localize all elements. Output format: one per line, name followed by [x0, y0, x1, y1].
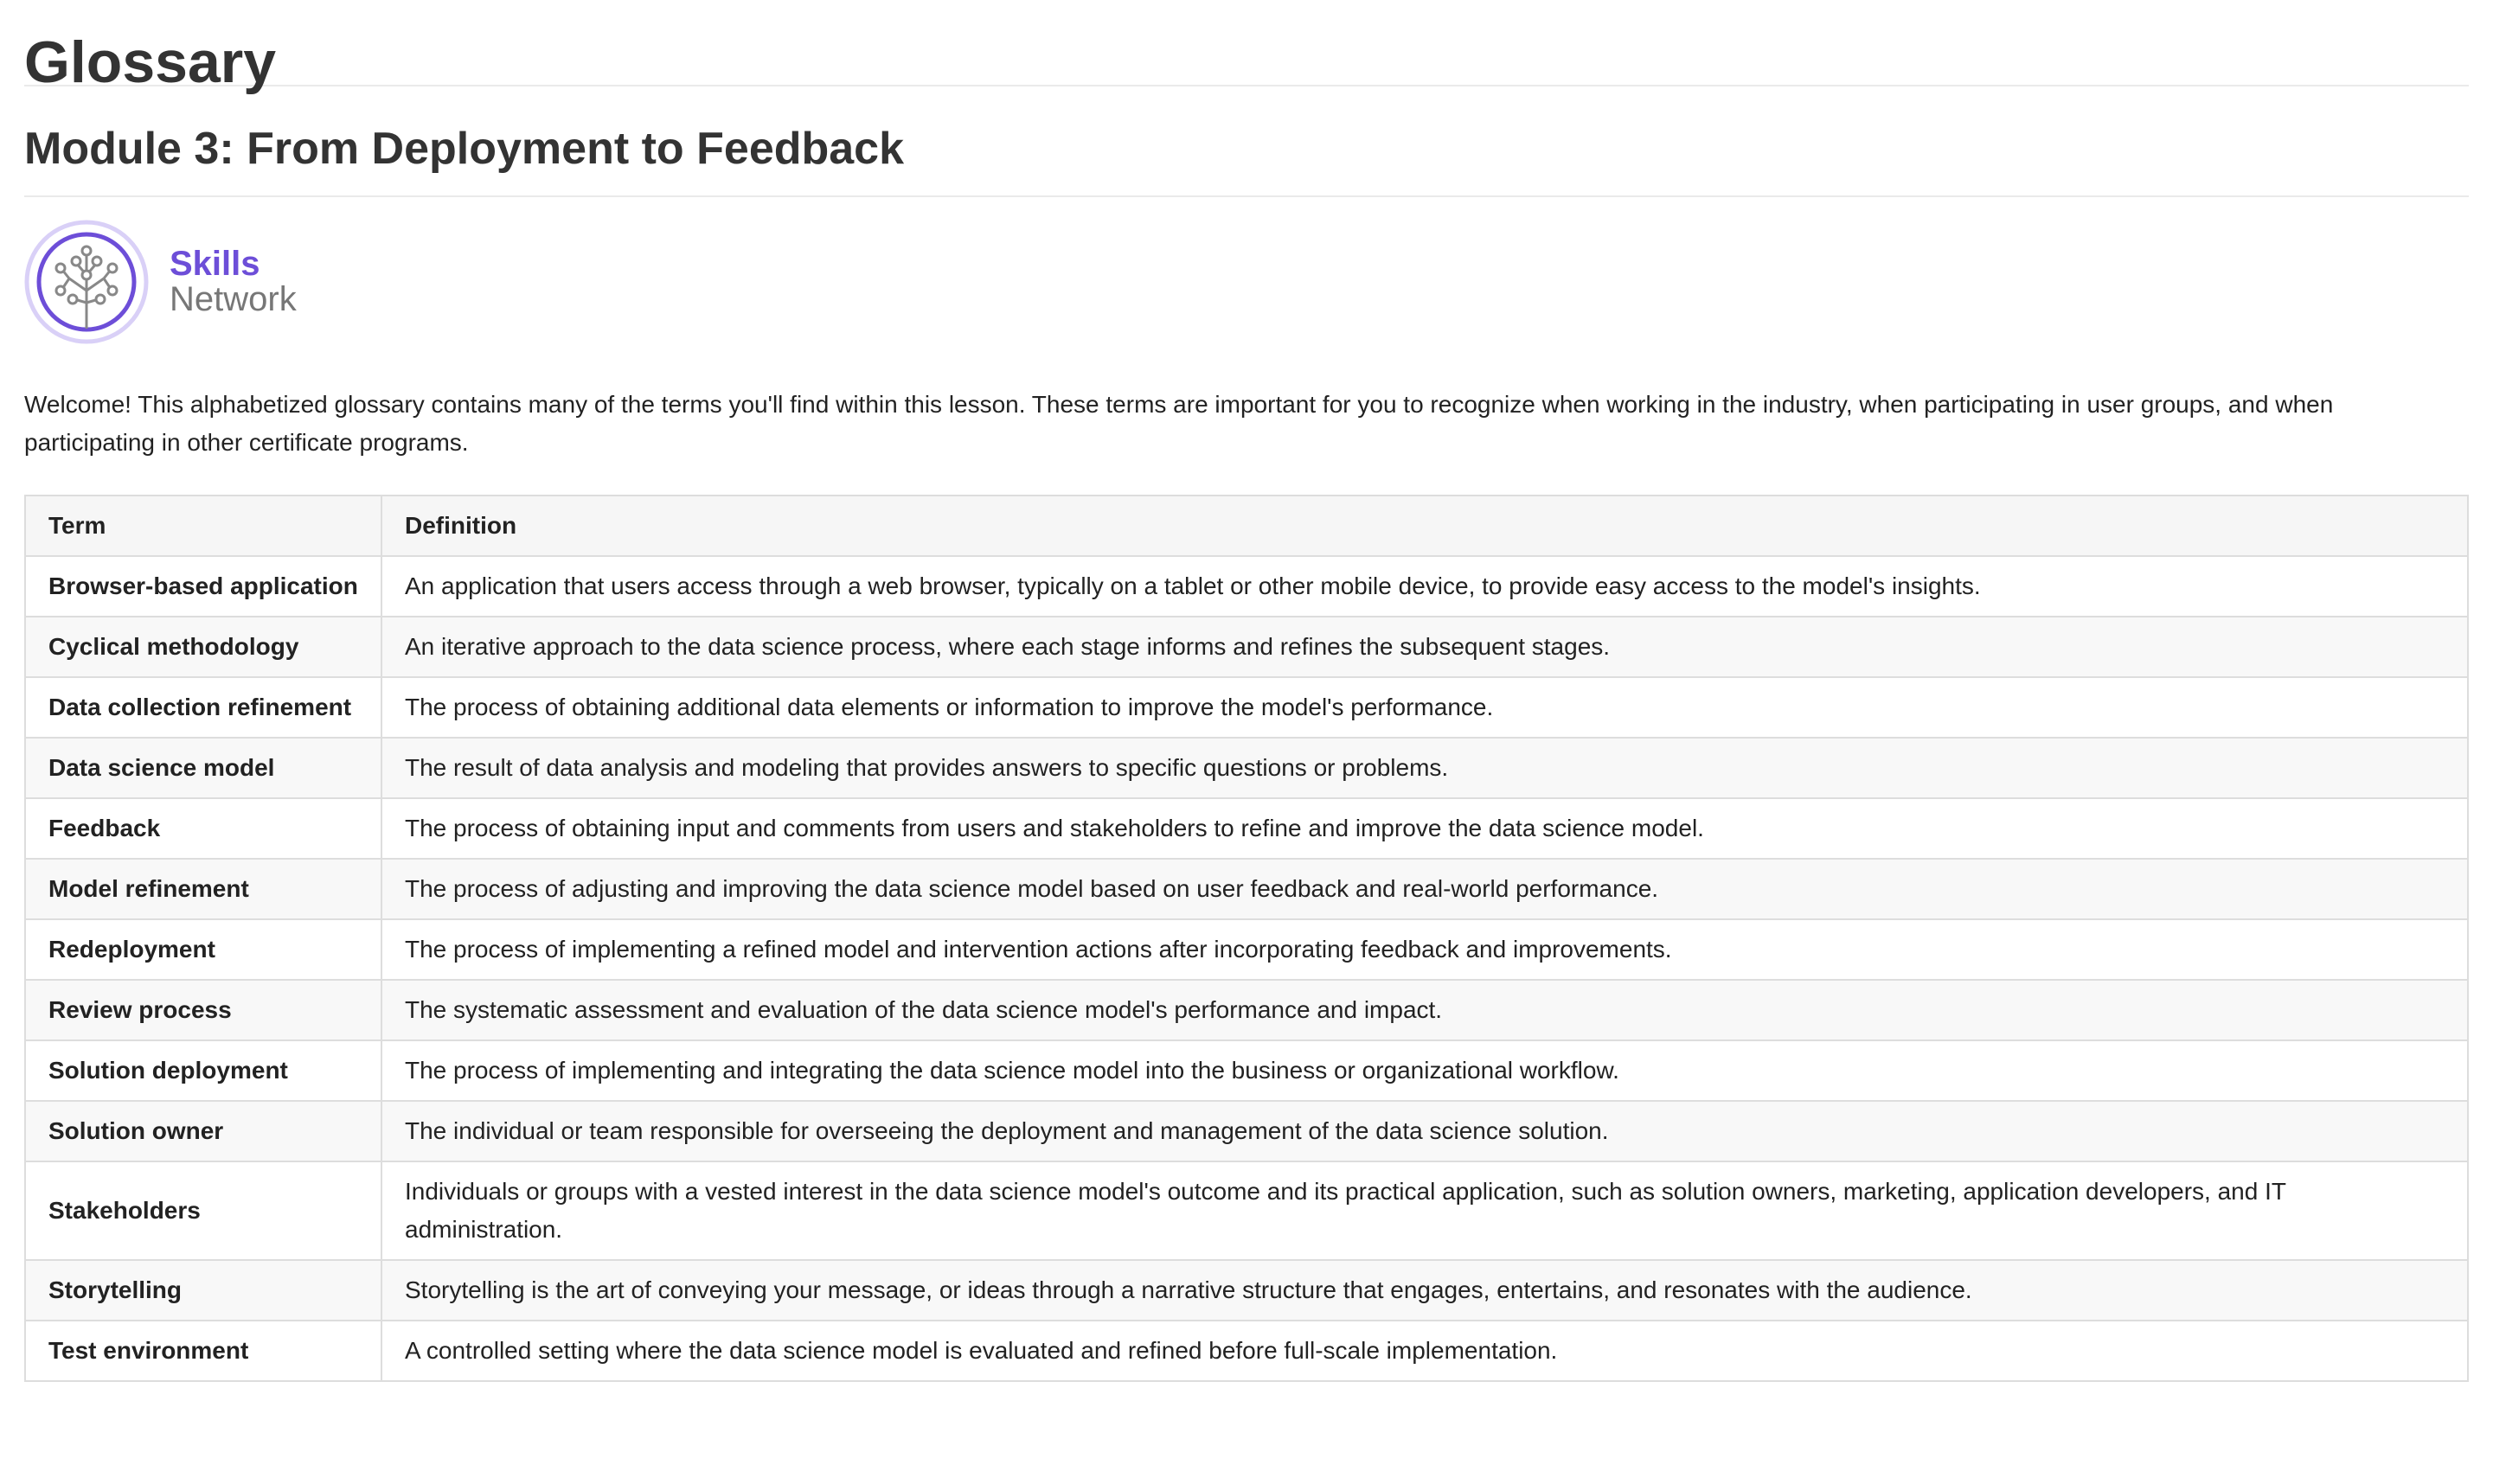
- term-cell: Data collection refinement: [24, 676, 382, 739]
- logo-skills-text: Skills: [170, 245, 260, 283]
- term-column-header: Term: [24, 495, 382, 557]
- term-cell: Feedback: [24, 797, 382, 860]
- table-row: Solution owner The individual or team re…: [24, 1100, 2469, 1162]
- glossary-table: Term Definition Browser-based applicatio…: [24, 495, 2469, 1382]
- definition-cell: Storytelling is the art of conveying you…: [381, 1259, 2469, 1321]
- table-row: Redeployment The process of implementing…: [24, 918, 2469, 981]
- definition-cell: The systematic assessment and evaluation…: [381, 979, 2469, 1041]
- definition-cell: An iterative approach to the data scienc…: [381, 616, 2469, 678]
- table-row: Review process The systematic assessment…: [24, 979, 2469, 1041]
- table-row: Feedback The process of obtaining input …: [24, 797, 2469, 860]
- term-cell: Test environment: [24, 1320, 382, 1382]
- definition-cell: The result of data analysis and modeling…: [381, 737, 2469, 799]
- definition-cell: The individual or team responsible for o…: [381, 1100, 2469, 1162]
- table-row: Test environment A controlled setting wh…: [24, 1320, 2469, 1382]
- term-cell: Model refinement: [24, 858, 382, 920]
- table-row: Solution deployment The process of imple…: [24, 1039, 2469, 1102]
- intro-paragraph: Welcome! This alphabetized glossary cont…: [24, 391, 2334, 456]
- term-cell: Stakeholders: [24, 1161, 382, 1261]
- table-row: Model refinement The process of adjustin…: [24, 858, 2469, 920]
- skills-network-tree-icon: [24, 220, 149, 344]
- page-title: Glossary: [24, 0, 2469, 92]
- term-cell: Solution owner: [24, 1100, 382, 1162]
- term-cell: Cyclical methodology: [24, 616, 382, 678]
- definition-cell: A controlled setting where the data scie…: [381, 1320, 2469, 1382]
- table-header-row: Term Definition: [24, 495, 2469, 557]
- definition-cell: The process of obtaining additional data…: [381, 676, 2469, 739]
- table-row: Data collection refinement The process o…: [24, 676, 2469, 739]
- table-row: Storytelling Storytelling is the art of …: [24, 1259, 2469, 1321]
- logo-wordmark: Skills Network: [170, 246, 297, 317]
- term-cell: Redeployment: [24, 918, 382, 981]
- definition-cell: The process of implementing and integrat…: [381, 1039, 2469, 1102]
- table-row: Cyclical methodology An iterative approa…: [24, 616, 2469, 678]
- definition-column-header: Definition: [381, 495, 2469, 557]
- term-cell: Storytelling: [24, 1259, 382, 1321]
- table-row: Browser-based application An application…: [24, 555, 2469, 617]
- term-cell: Data science model: [24, 737, 382, 799]
- glossary-page: Glossary Module 3: From Deployment to Fe…: [0, 0, 2493, 1382]
- term-cell: Browser-based application: [24, 555, 382, 617]
- table-row: Stakeholders Individuals or groups with …: [24, 1161, 2469, 1261]
- definition-cell: Individuals or groups with a vested inte…: [381, 1161, 2469, 1261]
- definition-cell: An application that users access through…: [381, 555, 2469, 617]
- table-row: Data science model The result of data an…: [24, 737, 2469, 799]
- term-cell: Review process: [24, 979, 382, 1041]
- logo-network-text: Network: [170, 280, 297, 318]
- term-cell: Solution deployment: [24, 1039, 382, 1102]
- module-title: Module 3: From Deployment to Feedback: [24, 86, 2469, 197]
- definition-cell: The process of implementing a refined mo…: [381, 918, 2469, 981]
- definition-cell: The process of obtaining input and comme…: [381, 797, 2469, 860]
- skills-network-logo: Skills Network: [24, 218, 2469, 346]
- definition-cell: The process of adjusting and improving t…: [381, 858, 2469, 920]
